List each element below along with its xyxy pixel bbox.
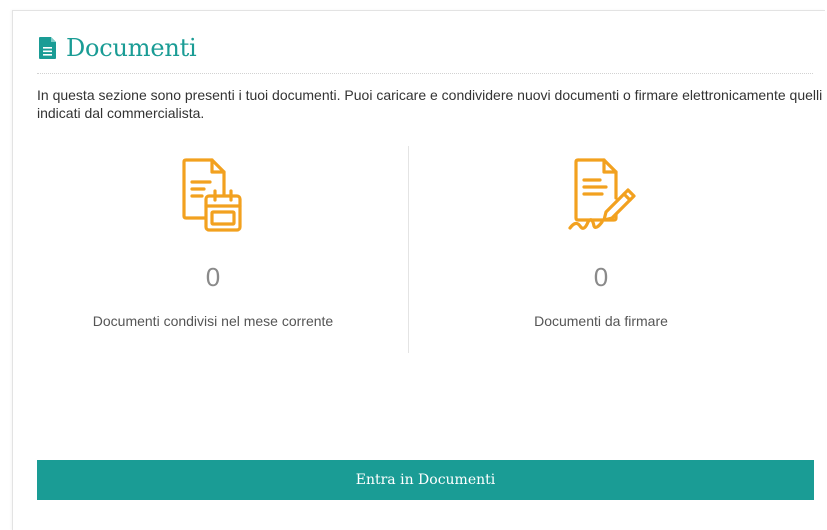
shared-documents-label: Documenti condivisi nel mese corrente <box>92 313 334 329</box>
stats-divider <box>408 146 409 353</box>
header-divider <box>37 73 813 74</box>
shared-document-calendar-icon <box>182 158 242 232</box>
documents-to-sign-count: 0 <box>593 262 609 292</box>
document-icon <box>39 37 56 59</box>
enter-documents-button[interactable]: Entra in Documenti <box>37 460 814 500</box>
stat-shared-documents: 0 Documenti condivisi nel mese corrente <box>23 156 403 330</box>
shared-documents-count: 0 <box>205 262 221 292</box>
stat-documents-to-sign: 0 Documenti da firmare <box>411 156 791 330</box>
intro-text: In questa sezione sono presenti i tuoi d… <box>37 87 823 121</box>
page-title: Documenti <box>66 34 197 62</box>
documents-to-sign-label: Documenti da firmare <box>534 313 668 329</box>
documents-card: Documenti In questa sezione sono present… <box>12 10 825 530</box>
document-signature-icon <box>568 158 636 230</box>
card-header: Documenti <box>38 33 197 63</box>
